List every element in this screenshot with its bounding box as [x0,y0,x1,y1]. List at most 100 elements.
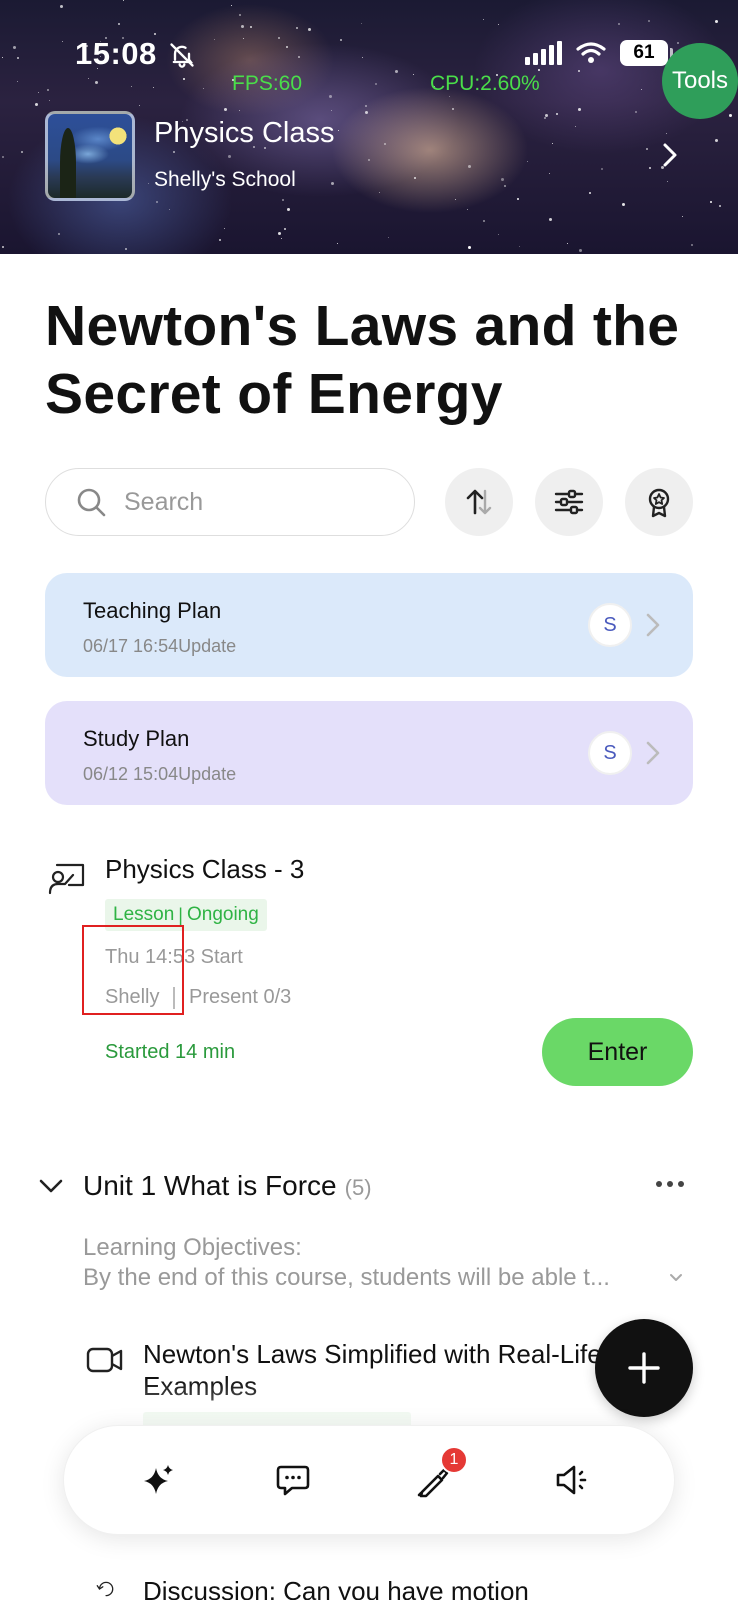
star [544,117,546,119]
dock-chat-button[interactable] [271,1458,315,1502]
star [337,243,338,244]
study-plan-card[interactable]: Study Plan 06/12 15:04Update S [45,701,693,805]
star [95,81,98,84]
star [549,173,550,174]
star [239,14,241,16]
star [17,57,19,59]
star [156,201,158,203]
star [243,38,244,39]
star [331,182,334,185]
search-bar[interactable] [45,468,415,536]
star [646,148,648,150]
star [648,20,650,22]
star [47,89,49,91]
star [589,192,591,194]
star [278,37,280,39]
star [483,220,485,222]
star [388,237,389,238]
star [49,100,50,101]
search-input[interactable] [124,487,384,517]
dock-tasks-button[interactable]: 1 [410,1446,468,1502]
star [231,5,232,6]
chevron-down-icon[interactable] [668,1272,684,1284]
star [287,208,290,211]
star [517,198,519,200]
session-present: Present 0/3 [188,986,292,1008]
star [635,111,637,113]
dock-audio-button[interactable] [550,1458,594,1502]
star [452,108,454,110]
star [641,89,642,90]
tools-button[interactable]: Tools [662,43,738,119]
teaching-plan-card[interactable]: Teaching Plan 06/17 16:54Update S [45,573,693,677]
enter-button[interactable]: Enter [542,1018,693,1086]
star [60,5,63,8]
star [284,228,286,230]
star [667,181,668,182]
plan-updated: 06/17 16:54Update [83,636,237,656]
class-thumbnail[interactable] [45,111,135,201]
star [519,246,520,247]
unit-title[interactable]: Unit 1 What is Force (5) [83,1170,372,1202]
star [308,28,311,31]
sort-button[interactable] [445,468,513,536]
speaker-icon [556,1465,587,1495]
star [715,20,718,23]
battery-indicator: 61 [620,40,673,66]
discussion-icon [96,1581,114,1597]
chevron-right-icon [646,613,660,637]
star [13,46,16,49]
star [286,46,288,48]
unit-count: (5) [344,1175,372,1200]
star [131,86,132,87]
star [88,78,89,79]
star [139,105,140,106]
cellular-signal-icon [525,41,562,65]
star [601,168,603,170]
star [449,96,450,97]
star [2,246,4,248]
star [691,244,693,246]
star [483,19,484,20]
add-button[interactable] [595,1319,693,1417]
achievements-button[interactable] [625,468,693,536]
bell-off-icon [170,43,194,68]
status-time: 15:08 [75,36,157,71]
star [567,243,568,244]
chevron-down-icon[interactable] [37,1176,65,1196]
star [538,69,540,71]
list-item[interactable]: Discussion: Can you have motion [143,1576,529,1600]
star [379,192,380,193]
star [125,248,127,250]
session-status: Ongoing [186,904,259,925]
filter-button[interactable] [535,468,603,536]
star [241,25,244,28]
star [468,165,471,168]
star [173,151,175,153]
star [666,133,667,134]
star [281,238,282,239]
avatar: S [588,603,632,647]
star [153,87,154,88]
presentation-icon [48,863,85,895]
star [501,178,504,181]
session-title[interactable]: Physics Class - 3 [105,854,304,885]
session-started: Started 14 min [105,1041,236,1063]
star [395,70,398,73]
star [498,234,499,235]
dock-ai-button[interactable] [136,1458,180,1502]
award-icon [648,488,670,518]
class-title[interactable]: Physics Class [154,117,335,150]
class-header: 15:08 61 FPS:60 CPU:2.60% Tools Physics … [0,0,738,254]
star [575,126,576,127]
plan-updated: 06/12 15:04Update [83,764,237,784]
more-icon[interactable] [652,1172,688,1196]
star [467,209,468,210]
star [549,218,552,221]
session-type: Lesson [113,904,175,925]
star [556,113,558,115]
chevron-right-icon[interactable] [660,140,680,170]
star [729,114,732,117]
plan-title: Study Plan [83,726,190,751]
star [365,105,367,107]
